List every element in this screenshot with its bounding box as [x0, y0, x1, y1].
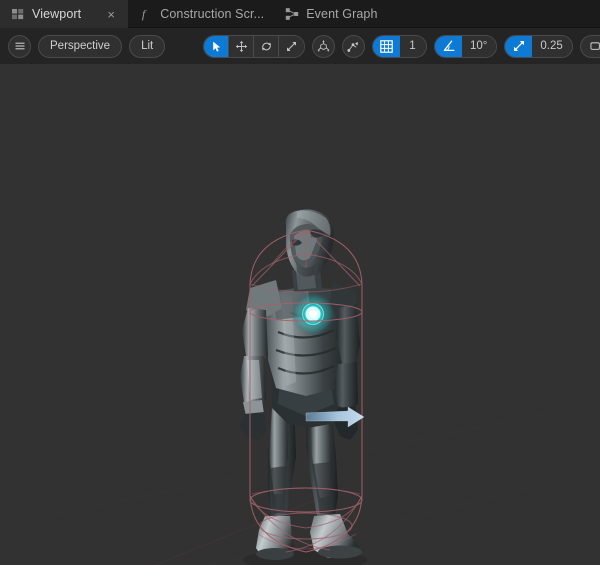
- tab-label: Construction Scr...: [160, 7, 265, 21]
- toolbar-right-group: 1 10° 0.25: [203, 28, 600, 64]
- grid-snap-value: 1: [400, 35, 426, 57]
- view-mode-label: Perspective: [50, 40, 111, 52]
- tab-viewport[interactable]: Viewport ×: [0, 0, 129, 28]
- rotate-tool-button[interactable]: [254, 35, 279, 57]
- view-mode-button[interactable]: Perspective: [38, 34, 123, 58]
- world-axis-icon: [317, 39, 330, 52]
- scale-tool-button[interactable]: [279, 35, 304, 57]
- scale-diagonal-icon: [505, 35, 533, 57]
- transform-tools-group: [203, 34, 305, 58]
- angle-snap-value: 10°: [462, 35, 497, 57]
- toolbar-left-group: Perspective Lit: [8, 28, 166, 64]
- surface-snap-icon: [347, 41, 359, 52]
- camera-icon: [590, 40, 600, 52]
- rotate-arrows-icon: [261, 41, 271, 51]
- surface-snap-button[interactable]: [342, 34, 365, 58]
- viewport-render: [0, 64, 600, 565]
- grid-icon: [373, 35, 400, 57]
- move-arrows-icon: [235, 40, 247, 52]
- tab-bar: Viewport × f Construction Scr... Event G…: [0, 0, 600, 28]
- viewport-toolbar: Perspective Lit 1 10° 0.25: [0, 28, 600, 64]
- scale-snap-control[interactable]: 0.25: [504, 34, 573, 58]
- shading-mode-label: Lit: [141, 40, 154, 52]
- viewport-canvas[interactable]: [0, 64, 600, 565]
- scale-snap-value: 0.25: [532, 35, 572, 57]
- grid-snap-control[interactable]: 1: [372, 34, 427, 58]
- tab-label: Event Graph: [306, 7, 378, 21]
- camera-speed-control[interactable]: 1: [579, 34, 600, 58]
- angle-snap-control[interactable]: 10°: [434, 34, 498, 58]
- scale-arrows-icon: [287, 41, 296, 51]
- layout-grid-icon: [11, 7, 25, 21]
- viewport-options-menu-button[interactable]: [8, 34, 31, 58]
- arm-right-lower: [334, 362, 358, 410]
- function-f-icon: f: [139, 7, 153, 21]
- hamburger-icon: [15, 42, 24, 50]
- node-graph-icon: [285, 7, 299, 21]
- chest-glow-orb: [291, 292, 335, 336]
- tab-label: Viewport: [32, 7, 82, 21]
- tab-construction-script[interactable]: f Construction Scr...: [128, 0, 274, 28]
- move-tool-button[interactable]: [229, 35, 254, 57]
- shading-mode-button[interactable]: Lit: [129, 34, 166, 58]
- tab-event-graph[interactable]: Event Graph: [274, 0, 387, 28]
- svg-text:f: f: [142, 7, 147, 21]
- unreal-viewport-window: Viewport × f Construction Scr... Event G…: [0, 0, 600, 565]
- angle-icon: [435, 35, 462, 57]
- world-local-coordinate-button[interactable]: [312, 34, 335, 58]
- tab-close-button[interactable]: ×: [104, 7, 118, 21]
- cursor-arrow-icon: [212, 41, 220, 52]
- select-tool-button[interactable]: [204, 35, 229, 57]
